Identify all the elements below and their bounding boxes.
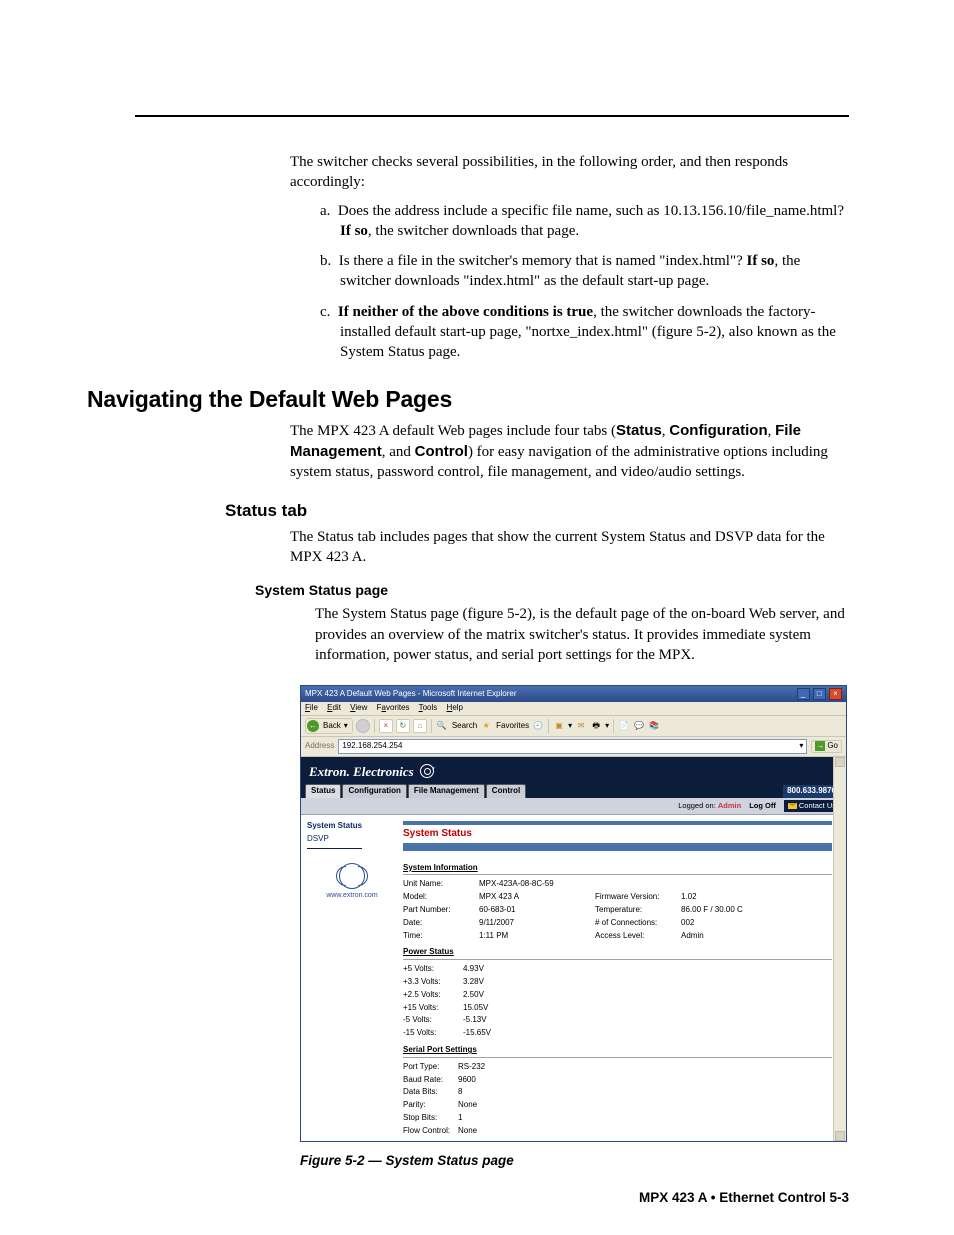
section-system-information: System Information Unit Name:MPX-423A-08… [403, 863, 832, 942]
menu-edit[interactable]: Edit [327, 703, 341, 712]
tab-configuration[interactable]: Configuration [342, 784, 406, 798]
nav-paragraph: The MPX 423 A default Web pages include … [290, 421, 849, 482]
log-off-link[interactable]: Log Off [749, 801, 776, 811]
extron-main-panel: System Status System Information Unit Na… [403, 815, 846, 1140]
menu-help[interactable]: Help [447, 703, 463, 712]
history-icon[interactable]: 🕘 [532, 720, 544, 732]
minimize-icon[interactable]: _ [797, 688, 810, 700]
figure-caption: Figure 5-2 — System Status page [300, 1152, 849, 1170]
phone-number: 800.633.9876 [783, 785, 840, 798]
ordered-sublist: a. Does the address include a specific f… [320, 201, 849, 363]
tab-control[interactable]: Control [486, 784, 526, 798]
intro-paragraph: The switcher checks several possibilitie… [290, 152, 849, 193]
favorites-icon[interactable]: ★ [480, 720, 492, 732]
status-tab-paragraph: The Status tab includes pages that show … [290, 527, 849, 568]
section-power-status: Power Status +5 Volts:4.93V +3.3 Volts:3… [403, 947, 832, 1039]
ie-toolbar: ←Back ▾ × ↻ ⌂ 🔍Search ★Favorites 🕘 ▣▾ ✉ … [301, 716, 846, 737]
sublist-item-b: b. Is there a file in the switcher's mem… [320, 251, 849, 292]
page-footer: MPX 423 A • Ethernet Control 5-3 [639, 1189, 849, 1207]
edit-icon[interactable]: 📄 [618, 720, 630, 732]
close-icon[interactable]: × [829, 688, 842, 700]
maximize-icon[interactable]: □ [813, 688, 826, 700]
sidebar-item-system-status[interactable]: System Status [307, 821, 397, 832]
back-button[interactable]: ←Back ▾ [305, 718, 353, 734]
tab-status[interactable]: Status [305, 784, 341, 798]
subheading-status-tab: Status tab [225, 500, 849, 523]
research-icon[interactable]: 📚 [648, 720, 660, 732]
stop-icon[interactable]: × [379, 719, 393, 733]
ie-titlebar: MPX 423 A Default Web Pages - Microsoft … [301, 686, 846, 702]
sublist-item-c: c. If neither of the above conditions is… [320, 302, 849, 363]
mail-icon[interactable]: ✉ [575, 720, 587, 732]
extron-sidebar: System Status DSVP www.extron.com [301, 815, 403, 1140]
forward-button[interactable] [356, 719, 370, 733]
scrollbar[interactable] [833, 757, 846, 1141]
address-input[interactable]: 192.168.254.254 ▾ [338, 739, 807, 754]
menu-tools[interactable]: Tools [419, 703, 438, 712]
media-icon[interactable]: ▣ [553, 720, 565, 732]
extron-swirl-icon [420, 764, 434, 778]
logged-on-label: Logged on: Admin [678, 801, 741, 811]
sublist-item-a: a. Does the address include a specific f… [320, 201, 849, 242]
panel-title-system-status: System Status [403, 827, 832, 841]
refresh-icon[interactable]: ↻ [396, 719, 410, 733]
menu-view[interactable]: View [350, 703, 367, 712]
system-status-paragraph: The System Status page (figure 5-2), is … [315, 604, 849, 665]
sidebar-item-dsvp[interactable]: DSVP [307, 834, 397, 845]
ie-content-area: Extron. Electronics Status Configuration… [301, 757, 846, 1141]
address-dropdown-icon[interactable]: ▾ [799, 741, 803, 752]
search-icon[interactable]: 🔍 [436, 720, 448, 732]
address-label: Address [305, 741, 334, 752]
section-serial-port-settings: Serial Port Settings Port Type:RS-232 Ba… [403, 1045, 832, 1137]
extron-logo-icon [339, 863, 365, 889]
envelope-icon [788, 803, 797, 809]
menu-file[interactable]: FFileile [305, 703, 318, 712]
print-icon[interactable]: 🖶 [590, 720, 602, 732]
ie-window: MPX 423 A Default Web Pages - Microsoft … [300, 685, 847, 1142]
page-top-rule [135, 115, 849, 117]
go-button[interactable]: →Go [811, 740, 842, 753]
extron-subbar: Logged on: Admin Log Off Contact Us [301, 798, 846, 815]
menu-favorites[interactable]: Favorites [377, 703, 410, 712]
ie-title-text: MPX 423 A Default Web Pages - Microsoft … [305, 689, 517, 700]
tab-file-management[interactable]: File Management [408, 784, 485, 798]
ie-menubar: FFileile Edit View Favorites Tools Help [301, 702, 846, 716]
discuss-icon[interactable]: 💬 [633, 720, 645, 732]
extron-tabs-row: Status Configuration File Management Con… [301, 784, 846, 798]
figure-5-2: MPX 423 A Default Web Pages - Microsoft … [300, 685, 849, 1170]
extron-logo: www.extron.com [307, 863, 397, 900]
extron-site-link[interactable]: www.extron.com [326, 892, 377, 899]
contact-us-button[interactable]: Contact Us [784, 800, 840, 812]
ie-address-bar: Address 192.168.254.254 ▾ →Go [301, 737, 846, 757]
home-icon[interactable]: ⌂ [413, 719, 427, 733]
extron-brand-header: Extron. Electronics [301, 757, 846, 785]
section-heading-navigating: Navigating the Default Web Pages [87, 384, 849, 415]
subheading-system-status: System Status page [255, 581, 849, 600]
ie-window-buttons: _ □ × [796, 688, 842, 700]
